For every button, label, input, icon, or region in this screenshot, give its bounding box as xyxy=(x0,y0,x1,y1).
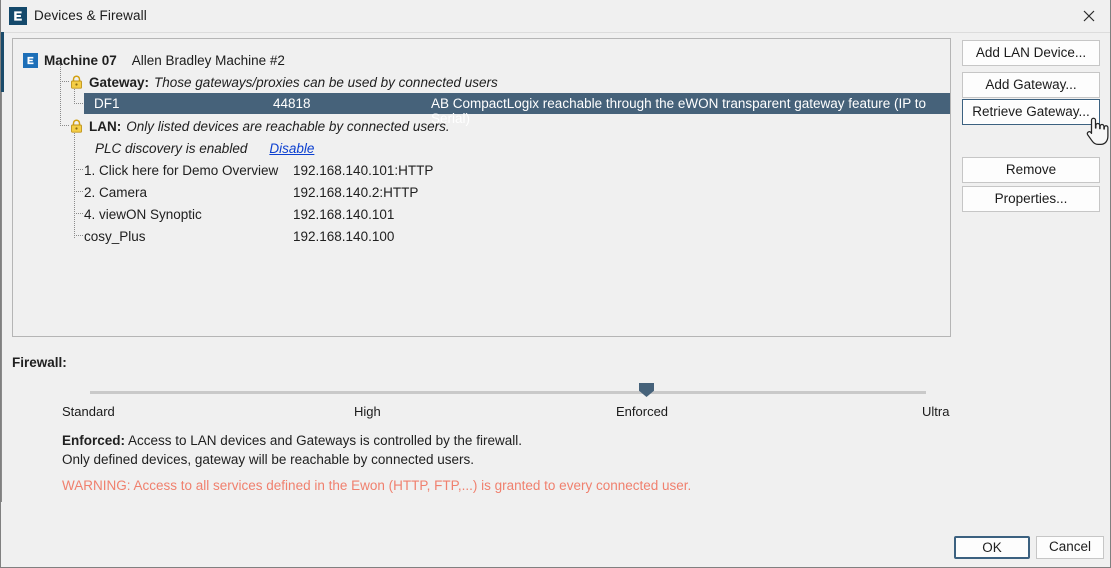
window-left-edge xyxy=(1,32,2,502)
firewall-description-text: Access to LAN devices and Gateways is co… xyxy=(125,433,522,448)
machine-name: Machine 07 xyxy=(44,52,117,68)
lan-device-name: 2. Camera xyxy=(84,184,148,200)
ewon-e-icon xyxy=(9,7,27,25)
gateway-group-description: Those gateways/proxies can be used by co… xyxy=(154,74,498,90)
cancel-button[interactable]: Cancel xyxy=(1036,536,1104,559)
tree-branch-lan xyxy=(60,125,69,127)
device-tree-panel[interactable]: Machine 07 Allen Bradley Machine #2 Gate… xyxy=(12,38,951,337)
firewall-level-enforced[interactable]: Enforced xyxy=(616,404,668,419)
close-icon[interactable] xyxy=(1066,0,1110,31)
firewall-level-ultra[interactable]: Ultra xyxy=(922,404,949,419)
lan-device-address: 192.168.140.100 xyxy=(293,228,395,244)
lock-icon xyxy=(70,119,83,133)
ewon-e-icon xyxy=(23,52,38,68)
tree-branch-dev4 xyxy=(74,235,83,237)
tree-branch-dev1 xyxy=(74,169,83,171)
add-lan-device-button[interactable]: Add LAN Device... xyxy=(962,40,1100,66)
lan-device-name: cosy_Plus xyxy=(84,228,146,244)
tree-group-lan[interactable]: LAN: Only listed devices are reachable b… xyxy=(70,115,450,137)
firewall-level-high[interactable]: High xyxy=(354,404,381,419)
add-gateway-button[interactable]: Add Gateway... xyxy=(962,72,1100,98)
firewall-level-standard[interactable]: Standard xyxy=(62,404,115,419)
firewall-warning-text: WARNING: Access to all services defined … xyxy=(62,478,692,493)
properties-button[interactable]: Properties... xyxy=(962,186,1100,212)
lan-group-description: Only listed devices are reachable by con… xyxy=(126,118,450,134)
tree-branch-gateway xyxy=(60,81,69,83)
tree-branch-dev3 xyxy=(74,213,83,215)
plc-discovery-disable-link[interactable]: Disable xyxy=(269,141,314,156)
window-accent-stripe xyxy=(1,32,4,92)
table-row[interactable]: cosy_Plus 192.168.140.100 xyxy=(84,225,684,247)
retrieve-gateway-button[interactable]: Retrieve Gateway... xyxy=(962,99,1100,125)
lan-device-name: 4. viewON Synoptic xyxy=(84,206,202,222)
tree-branch-dev2 xyxy=(74,191,83,193)
lan-device-address: 192.168.140.101:HTTP xyxy=(293,162,434,178)
plc-discovery-row: PLC discovery is enabled Disable xyxy=(95,137,314,159)
gateway-port: 44818 xyxy=(273,96,311,111)
tree-trunk-main xyxy=(60,64,62,126)
table-row-gateway-df1[interactable]: DF1 44818 AB CompactLogix reachable thro… xyxy=(84,93,950,126)
lock-icon xyxy=(70,75,83,89)
tree-branch-df1 xyxy=(74,103,83,105)
gateway-description: AB CompactLogix reachable through the eW… xyxy=(431,96,927,126)
lan-device-address: 192.168.140.101 xyxy=(293,206,395,222)
firewall-slider-thumb[interactable] xyxy=(639,383,654,397)
firewall-description-line-1: Enforced: Access to LAN devices and Gate… xyxy=(62,433,522,448)
firewall-slider-track[interactable] xyxy=(90,391,926,394)
gateway-group-label: Gateway: xyxy=(89,74,150,90)
machine-description: Allen Bradley Machine #2 xyxy=(131,52,285,68)
plc-discovery-status: PLC discovery is enabled xyxy=(95,140,248,156)
firewall-description-line-2: Only defined devices, gateway will be re… xyxy=(62,452,474,467)
firewall-selected-level-label: Enforced: xyxy=(62,433,126,448)
ok-button[interactable]: OK xyxy=(954,536,1030,559)
window-title: Devices & Firewall xyxy=(34,8,147,23)
remove-button[interactable]: Remove xyxy=(962,157,1100,183)
tree-group-gateway[interactable]: Gateway: Those gateways/proxies can be u… xyxy=(70,71,498,93)
tree-row-machine[interactable]: Machine 07 Allen Bradley Machine #2 xyxy=(23,49,285,71)
table-row[interactable]: 4. viewON Synoptic 192.168.140.101 xyxy=(84,203,684,225)
title-bar: Devices & Firewall xyxy=(1,0,1110,33)
lan-group-label: LAN: xyxy=(89,118,122,134)
gateway-name: DF1 xyxy=(94,96,120,111)
table-row[interactable]: 1. Click here for Demo Overview 192.168.… xyxy=(84,159,684,181)
firewall-section-label: Firewall: xyxy=(12,355,67,370)
tree-trunk-lan xyxy=(74,126,76,238)
devices-firewall-dialog: Devices & Firewall Machine 07 Allen Brad… xyxy=(0,0,1111,568)
lan-device-address: 192.168.140.2:HTTP xyxy=(293,184,419,200)
table-row[interactable]: 2. Camera 192.168.140.2:HTTP xyxy=(84,181,684,203)
lan-device-name: 1. Click here for Demo Overview xyxy=(84,162,279,178)
